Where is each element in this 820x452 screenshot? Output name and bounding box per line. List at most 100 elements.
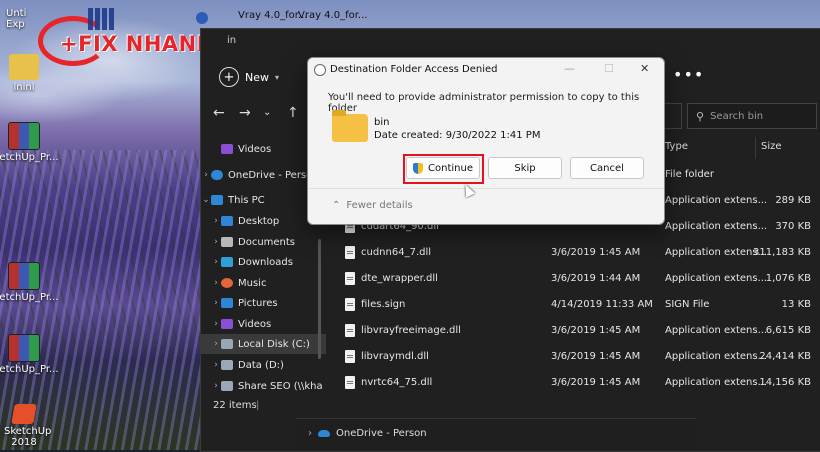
table-row[interactable]: cudnn64_7.dll 3/6/2019 1:45 AM Applicati… [331, 241, 819, 267]
cancel-button[interactable]: Cancel [570, 157, 644, 179]
file-name: nvrtc64_75.dll [361, 377, 433, 388]
videos-icon [221, 319, 233, 329]
table-row[interactable]: files.sign 4/14/2019 11:33 AM SIGN File … [331, 293, 819, 319]
status-item-count: 22 items [213, 400, 257, 411]
file-date: 3/6/2019 1:45 AM [551, 351, 641, 362]
winrar-icon [8, 262, 40, 290]
onedrive-label: OneDrive - Person [336, 428, 427, 439]
file-size: 24,414 KB [759, 351, 811, 362]
desktop-icon [221, 216, 233, 226]
file-type: Application extens... [665, 351, 768, 362]
new-button[interactable]: + New ▾ [219, 67, 279, 87]
desktop-icon-sketchup-rar-3[interactable]: ketchUp_Pr... [0, 334, 59, 375]
desktop-icon-untitled[interactable]: Unti Exp [0, 6, 60, 30]
table-row[interactable]: dte_wrapper.dll 3/6/2019 1:44 AM Applica… [331, 267, 819, 293]
table-row[interactable]: nvrtc64_75.dll 3/6/2019 1:45 AM Applicat… [331, 371, 819, 397]
skip-label: Skip [514, 162, 536, 174]
sidebar-item-label: Videos [238, 318, 272, 330]
up-arrow-icon[interactable]: ↑ [287, 105, 299, 121]
chevron-right-icon[interactable]: › [211, 278, 221, 288]
column-header-type[interactable]: Type [665, 141, 688, 161]
file-size: 311,183 KB [753, 247, 811, 258]
sidebar-item-label: Videos [238, 143, 272, 155]
recent-chevron-icon[interactable]: ⌄ [263, 107, 271, 118]
fewer-details-toggle[interactable]: ⌃ Fewer details [332, 200, 413, 211]
folder-date-created: Date created: 9/30/2022 1:41 PM [374, 130, 541, 141]
download-arrow-icon [221, 257, 233, 267]
file-icon [345, 246, 355, 259]
dialog-title: Destination Folder Access Denied [330, 64, 498, 75]
minimize-button[interactable]: — [564, 62, 575, 75]
file-date: 4/14/2019 11:33 AM [551, 299, 653, 310]
desktop-icon-label: lnlnl [13, 82, 35, 93]
desktop-icon-sketchup-rar-1[interactable]: ketchUp_Pr... [0, 122, 59, 163]
sidebar-item-documents[interactable]: › Documents [201, 232, 326, 252]
sidebar-item-label: Documents [238, 236, 296, 248]
skip-button[interactable]: Skip [488, 157, 562, 179]
sidebar-item-share-seo[interactable]: › Share SEO (\\kha [201, 376, 326, 396]
sidebar-item-downloads[interactable]: › Downloads [201, 252, 326, 272]
file-size: 13 KB [781, 299, 811, 310]
table-row[interactable]: libvrayfreeimage.dll 3/6/2019 1:45 AM Ap… [331, 319, 819, 345]
sidebar-scrollbar[interactable] [318, 239, 321, 359]
file-type: Application extens... [665, 247, 768, 258]
chevron-right-icon[interactable]: › [308, 428, 312, 439]
sidebar-item-label: This PC [228, 194, 265, 206]
search-icon: ⚲ [696, 109, 705, 123]
explorer-titlebar: in [201, 29, 820, 55]
desktop-icon-label: SketchUp 2018 [4, 426, 52, 448]
chevron-right-icon[interactable]: › [211, 216, 221, 226]
table-row[interactable]: libvraymdl.dll 3/6/2019 1:45 AM Applicat… [331, 345, 819, 371]
sidebar-item-local-disk-c[interactable]: › Local Disk (C:) [201, 334, 326, 354]
desktop-shortcut-vray-2[interactable]: Vray 4.0_for... [298, 10, 367, 21]
file-type: File folder [665, 169, 714, 180]
file-size: 289 KB [775, 195, 811, 206]
back-arrow-icon[interactable]: ← [213, 105, 225, 121]
file-type: Application extens... [665, 325, 768, 336]
file-name: libvraymdl.dll [361, 351, 429, 362]
status-divider: | [256, 400, 260, 411]
dialog-divider [308, 188, 664, 189]
maximize-button[interactable]: ☐ [604, 62, 614, 75]
column-separator [755, 137, 756, 159]
column-header-size[interactable]: Size [761, 141, 782, 161]
chevron-right-icon[interactable]: › [211, 339, 221, 349]
sidebar-item-data-d[interactable]: › Data (D:) [201, 355, 326, 375]
network-drive-icon [221, 381, 233, 391]
desktop-icon-sketchup-2018[interactable]: SketchUp 2018 [0, 404, 54, 448]
sidebar-item-videos-pc[interactable]: › Videos [201, 314, 326, 334]
desktop-icon-sketchup-rar-2[interactable]: ketchUp_Pr... [0, 262, 59, 303]
close-button[interactable]: ✕ [640, 62, 649, 75]
access-denied-dialog: Destination Folder Access Denied — ☐ ✕ Y… [307, 57, 665, 225]
chevron-right-icon[interactable]: › [211, 381, 221, 391]
file-name: cudnn64_7.dll [361, 247, 432, 258]
sidebar-item-label: Music [238, 277, 267, 289]
onedrive-item[interactable]: › OneDrive - Person [308, 428, 427, 439]
chevron-right-icon[interactable]: › [211, 257, 221, 267]
chevron-down-icon[interactable]: ⌄ [201, 195, 211, 205]
file-size: 6,615 KB [765, 325, 811, 336]
chevron-right-icon[interactable]: › [211, 298, 221, 308]
folder-name: bin [374, 117, 390, 128]
file-name: libvrayfreeimage.dll [361, 325, 461, 336]
chevron-right-icon[interactable]: › [211, 237, 221, 247]
file-icon [345, 324, 355, 337]
forward-arrow-icon[interactable]: → [239, 105, 251, 121]
search-input[interactable]: ⚲ Search bin [687, 103, 817, 129]
chevron-right-icon[interactable]: › [201, 170, 211, 180]
sidebar-item-pictures[interactable]: › Pictures [201, 293, 326, 313]
chevron-right-icon[interactable]: › [211, 319, 221, 329]
folder-icon [9, 54, 39, 80]
drive-icon [221, 360, 233, 370]
sidebar-item-label: Pictures [238, 297, 278, 309]
file-name: files.sign [361, 299, 406, 310]
more-options-button[interactable]: ••• [673, 65, 704, 84]
sidebar-item-music[interactable]: › Music [201, 273, 326, 293]
continue-highlight-box [403, 154, 484, 184]
chevron-right-icon[interactable]: › [211, 360, 221, 370]
logo-text: +FIX NHANH [60, 32, 215, 56]
desktop-icon-folder[interactable]: lnlnl [0, 54, 54, 93]
file-date: 3/6/2019 1:45 AM [551, 377, 641, 388]
file-icon [345, 350, 355, 363]
cancel-label: Cancel [590, 162, 624, 174]
